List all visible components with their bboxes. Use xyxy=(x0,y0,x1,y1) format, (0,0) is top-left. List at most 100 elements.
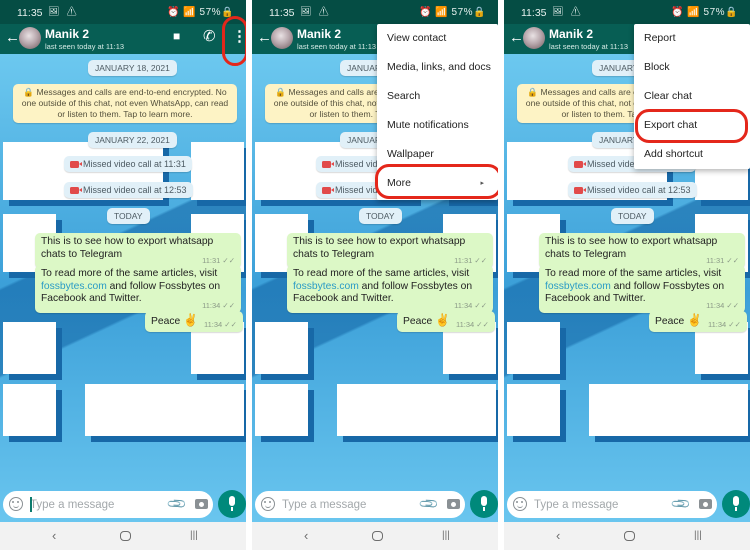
date-divider: TODAY xyxy=(359,208,402,224)
message-bubble[interactable]: This is to see how to export whatsapp ch… xyxy=(539,233,745,268)
attach-icon[interactable]: 📎 xyxy=(418,493,441,516)
contact-name[interactable]: Manik 2 xyxy=(297,27,341,41)
video-call-icon xyxy=(70,161,82,168)
status-bar: 11:35 🖼 ⚠ ⏰ 📶 57%🔒 xyxy=(0,0,246,24)
message-input[interactable] xyxy=(534,496,662,513)
emoji-icon[interactable] xyxy=(9,497,23,511)
message-input[interactable] xyxy=(282,496,410,513)
video-call-icon[interactable]: ■ xyxy=(173,29,180,43)
status-battery: ⏰ 📶 57%🔒 xyxy=(419,7,486,18)
wallpaper-block xyxy=(255,322,308,374)
menu-item-report[interactable]: Report xyxy=(634,24,750,53)
mic-button[interactable] xyxy=(722,490,750,518)
emoji-icon[interactable] xyxy=(261,497,275,511)
contact-name[interactable]: Manik 2 xyxy=(45,27,89,41)
panel-chat: 11:35 🖼 ⚠ ⏰ 📶 57%🔒 ← Manik 2 last seen t… xyxy=(0,0,246,550)
nav-recents-icon[interactable]: ||| xyxy=(442,530,450,541)
status-time: 11:35 xyxy=(17,7,43,19)
voice-call-icon[interactable]: ✆ xyxy=(203,27,216,45)
message-text: To read more of the same articles, visit xyxy=(41,268,218,279)
menu-item-view-contact[interactable]: View contact xyxy=(377,24,498,53)
system-nav-bar: ‹ ||| xyxy=(252,522,498,550)
contact-avatar[interactable] xyxy=(271,27,293,49)
contact-avatar[interactable] xyxy=(19,27,41,49)
mic-button[interactable] xyxy=(218,490,246,518)
menu-item-more-label: More xyxy=(387,177,411,189)
more-submenu: Report Block Clear chat Export chat Add … xyxy=(634,24,750,169)
nav-back-icon[interactable]: ‹ xyxy=(556,528,560,543)
wallpaper-block xyxy=(255,384,308,436)
nav-home-icon[interactable] xyxy=(372,531,383,541)
more-options-icon[interactable]: ⋮ xyxy=(232,27,246,45)
status-notification-icons: 🖼 ⚠ xyxy=(300,6,332,16)
system-nav-bar: ‹ ||| xyxy=(0,522,246,550)
nav-recents-icon[interactable]: ||| xyxy=(190,530,198,541)
menu-item-clear-chat[interactable]: Clear chat xyxy=(634,82,750,111)
mic-button[interactable] xyxy=(470,490,498,518)
missed-call-text: Missed video call at 12:53 xyxy=(587,185,691,195)
status-battery: ⏰ 📶 57%🔒 xyxy=(671,7,738,18)
message-bubble[interactable]: To read more of the same articles, visit… xyxy=(539,265,745,313)
back-arrow-icon[interactable]: ← xyxy=(5,29,20,46)
menu-item-block[interactable]: Block xyxy=(634,53,750,82)
message-input[interactable] xyxy=(30,496,158,513)
message-time: 11:34 ✓✓ xyxy=(204,320,237,329)
date-divider: JANUARY 22, 2021 xyxy=(88,132,177,148)
video-call-icon xyxy=(574,187,586,194)
status-time: 11:35 xyxy=(269,7,295,19)
wallpaper-block xyxy=(507,322,560,374)
message-composer: 📎 xyxy=(507,491,717,518)
fossbytes-link[interactable]: fossbytes.com xyxy=(41,281,107,292)
menu-item-media-links-docs[interactable]: Media, links, and docs xyxy=(377,53,498,82)
menu-item-mute-notifications[interactable]: Mute notifications xyxy=(377,111,498,140)
menu-item-export-chat[interactable]: Export chat xyxy=(634,111,750,140)
fossbytes-link[interactable]: fossbytes.com xyxy=(545,281,611,292)
contact-avatar[interactable] xyxy=(523,27,545,49)
victory-hand-emoji: ✌ xyxy=(687,313,703,327)
contact-name[interactable]: Manik 2 xyxy=(549,27,593,41)
message-text: This is to see how to export whatsapp ch… xyxy=(293,236,466,260)
wallpaper-block xyxy=(507,384,560,436)
nav-back-icon[interactable]: ‹ xyxy=(52,528,56,543)
camera-icon[interactable] xyxy=(699,499,712,509)
message-bubble[interactable]: To read more of the same articles, visit… xyxy=(287,265,493,313)
back-arrow-icon[interactable]: ← xyxy=(257,29,272,46)
nav-home-icon[interactable] xyxy=(120,531,131,541)
last-seen: last seen today at 11:13 xyxy=(297,42,377,51)
message-text: This is to see how to export whatsapp ch… xyxy=(545,236,718,260)
attach-icon[interactable]: 📎 xyxy=(166,493,189,516)
emoji-icon[interactable] xyxy=(513,497,527,511)
menu-item-add-shortcut[interactable]: Add shortcut xyxy=(634,140,750,169)
message-bubble[interactable]: Peace ✌ 11:34 ✓✓ xyxy=(145,311,243,332)
nav-home-icon[interactable] xyxy=(624,531,635,541)
message-bubble[interactable]: Peace ✌ 11:34 ✓✓ xyxy=(649,311,747,332)
encryption-notice[interactable]: 🔒 Messages and calls are end-to-end encr… xyxy=(13,84,237,123)
menu-item-more[interactable]: More ▸ xyxy=(377,169,498,198)
message-bubble[interactable]: This is to see how to export whatsapp ch… xyxy=(287,233,493,268)
camera-icon[interactable] xyxy=(195,499,208,509)
camera-icon[interactable] xyxy=(447,499,460,509)
message-text: To read more of the same articles, visit xyxy=(293,268,470,279)
menu-item-wallpaper[interactable]: Wallpaper xyxy=(377,140,498,169)
missed-call-notice[interactable]: Missed video call at 12:53 xyxy=(64,182,193,198)
video-call-icon xyxy=(322,187,334,194)
message-bubble[interactable]: This is to see how to export whatsapp ch… xyxy=(35,233,241,268)
submenu-arrow-icon: ▸ xyxy=(480,180,484,187)
message-composer: 📎 xyxy=(3,491,213,518)
back-arrow-icon[interactable]: ← xyxy=(509,29,524,46)
message-bubble[interactable]: To read more of the same articles, visit… xyxy=(35,265,241,313)
message-bubble[interactable]: Peace ✌ 11:34 ✓✓ xyxy=(397,311,495,332)
victory-hand-emoji: ✌ xyxy=(183,313,199,327)
panel-more-submenu: 11:35 🖼 ⚠ ⏰ 📶 57%🔒 ← Manik 2 last seen t… xyxy=(504,0,750,550)
status-notification-icons: 🖼 ⚠ xyxy=(552,6,584,16)
missed-call-notice[interactable]: Missed video call at 12:53 xyxy=(568,182,697,198)
nav-recents-icon[interactable]: ||| xyxy=(694,530,702,541)
attach-icon[interactable]: 📎 xyxy=(670,493,693,516)
fossbytes-link[interactable]: fossbytes.com xyxy=(293,281,359,292)
wallpaper-block xyxy=(589,384,748,436)
message-text: Peace xyxy=(403,316,436,327)
missed-call-notice[interactable]: Missed video call at 11:31 xyxy=(64,156,192,172)
message-text: Peace xyxy=(655,316,688,327)
menu-item-search[interactable]: Search xyxy=(377,82,498,111)
nav-back-icon[interactable]: ‹ xyxy=(304,528,308,543)
